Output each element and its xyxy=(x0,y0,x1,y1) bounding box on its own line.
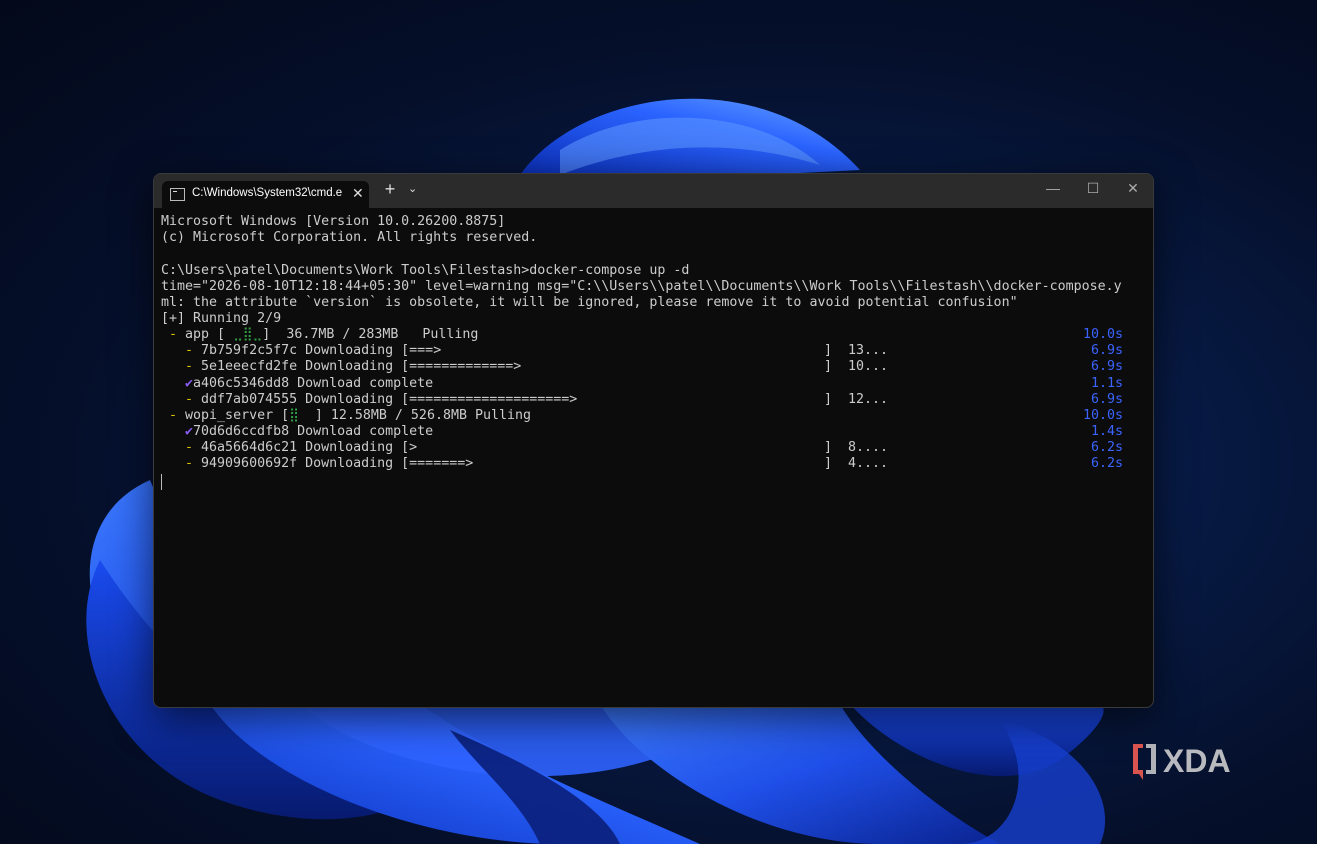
progress-dash: - xyxy=(185,392,194,407)
elapsed-time: 10.0s xyxy=(1083,327,1124,342)
layer-percent: 4.... xyxy=(848,456,889,471)
layer-progress-end: ] 10... xyxy=(824,359,888,375)
service-progress: ] 36.7MB / 283MB Pulling xyxy=(262,327,479,342)
layer-progress-end: ] 13... xyxy=(824,343,888,359)
maximize-button[interactable]: ☐ xyxy=(1078,180,1108,197)
close-window-button[interactable]: ✕ xyxy=(1118,180,1148,197)
elapsed-time: 1.1s xyxy=(1090,376,1123,391)
service-name: wopi_server [ xyxy=(185,408,290,423)
service-name: app [ xyxy=(185,327,226,342)
spinner-icon: ⣀⣿⣀ xyxy=(225,327,263,342)
progress-bracket: ] xyxy=(824,359,833,374)
elapsed-time: 6.2s xyxy=(1090,456,1123,471)
progress-dash: - xyxy=(185,456,194,471)
elapsed-time: 6.9s xyxy=(1090,343,1123,358)
layer-status: 5e1eeecfd2fe Downloading [=============> xyxy=(201,359,522,374)
layer-line: - 46a5664d6c21 Downloading [> xyxy=(185,440,417,456)
spinner-icon: ⣿ xyxy=(289,408,307,423)
layer-status: ddf7ab074555 Downloading [==============… xyxy=(201,392,578,407)
command-prompt-line: C:\Users\patel\Documents\Work Tools\File… xyxy=(161,263,690,278)
layer-line: ✔70d6d6ccdfb8 Download complete xyxy=(185,424,433,440)
layer-line: - 5e1eeecfd2fe Downloading [============… xyxy=(185,359,521,375)
layer-percent: 10... xyxy=(848,359,889,374)
console-copyright-line: (c) Microsoft Corporation. All rights re… xyxy=(161,230,538,245)
title-bar: C:\Windows\System32\cmd.e ✕ + ⌄ — ☐ ✕ xyxy=(154,174,1153,208)
layer-progress-end: ] 4.... xyxy=(824,456,888,472)
layer-line: - ddf7ab074555 Downloading [============… xyxy=(185,392,577,408)
tab-cmd[interactable]: C:\Windows\System32\cmd.e ✕ xyxy=(162,181,369,208)
progress-dash: - xyxy=(169,327,178,342)
elapsed-time: 6.2s xyxy=(1090,440,1123,455)
layer-progress-end: ] 12... xyxy=(824,392,888,408)
warning-line-2: ml: the attribute `version` is obsolete,… xyxy=(161,295,1018,310)
terminal-window: C:\Windows\System32\cmd.e ✕ + ⌄ — ☐ ✕ Mi… xyxy=(153,173,1154,708)
layer-line: ✔a406c5346dd8 Download complete xyxy=(185,376,433,392)
elapsed-time: 10.0s xyxy=(1083,408,1124,423)
warning-line-1: time="2026-08-10T12:18:44+05:30" level=w… xyxy=(161,279,1122,294)
layer-percent: 8.... xyxy=(848,440,889,455)
tab-dropdown-icon[interactable]: ⌄ xyxy=(408,182,417,195)
progress-bracket: ] xyxy=(824,343,833,358)
console-header-line: Microsoft Windows [Version 10.0.26200.88… xyxy=(161,214,506,229)
layer-status: a406c5346dd8 Download complete xyxy=(193,376,434,391)
layer-status: 94909600692f Downloading [=======> xyxy=(201,456,474,471)
tab-close-icon[interactable]: ✕ xyxy=(352,185,364,202)
tab-title: C:\Windows\System32\cmd.e xyxy=(192,187,343,199)
xda-wordmark: XDA xyxy=(1163,743,1231,779)
layer-line: - 94909600692f Downloading [=======> xyxy=(185,456,473,472)
service-progress: ] 12.58MB / 526.8MB Pulling xyxy=(306,408,532,423)
xda-logo: XDA xyxy=(1133,743,1231,780)
progress-bracket: ] xyxy=(824,456,833,471)
service-line-wopi: - wopi_server [⣿ ] 12.58MB / 526.8MB Pul… xyxy=(169,408,531,424)
elapsed-time: 6.9s xyxy=(1090,392,1123,407)
checkmark-icon: ✔ xyxy=(185,424,194,439)
progress-bracket: ] xyxy=(824,440,833,455)
layer-percent: 12... xyxy=(848,392,889,407)
console-output[interactable]: Microsoft Windows [Version 10.0.26200.88… xyxy=(161,214,1146,694)
layer-status: 7b759f2c5f7c Downloading [===> xyxy=(201,343,442,358)
elapsed-time: 1.4s xyxy=(1090,424,1123,439)
progress-dash: - xyxy=(185,359,194,374)
cmd-icon xyxy=(170,188,185,201)
running-status-line: [+] Running 2/9 xyxy=(161,311,282,326)
progress-dash: - xyxy=(169,408,178,423)
layer-line: - 7b759f2c5f7c Downloading [===> xyxy=(185,343,441,359)
progress-dash: - xyxy=(185,343,194,358)
layer-percent: 13... xyxy=(848,343,889,358)
new-tab-button[interactable]: + xyxy=(382,179,398,200)
layer-progress-end: ] 8.... xyxy=(824,440,888,456)
text-cursor xyxy=(161,474,162,490)
service-line-app: - app [ ⣀⣿⣀] 36.7MB / 283MB Pulling xyxy=(169,327,478,343)
progress-dash: - xyxy=(185,440,194,455)
minimize-button[interactable]: — xyxy=(1038,180,1068,196)
progress-bracket: ] xyxy=(824,392,833,407)
layer-status: 46a5664d6c21 Downloading [> xyxy=(201,440,418,455)
layer-status: 70d6d6ccdfb8 Download complete xyxy=(193,424,434,439)
elapsed-time: 6.9s xyxy=(1090,359,1123,374)
checkmark-icon: ✔ xyxy=(185,376,194,391)
